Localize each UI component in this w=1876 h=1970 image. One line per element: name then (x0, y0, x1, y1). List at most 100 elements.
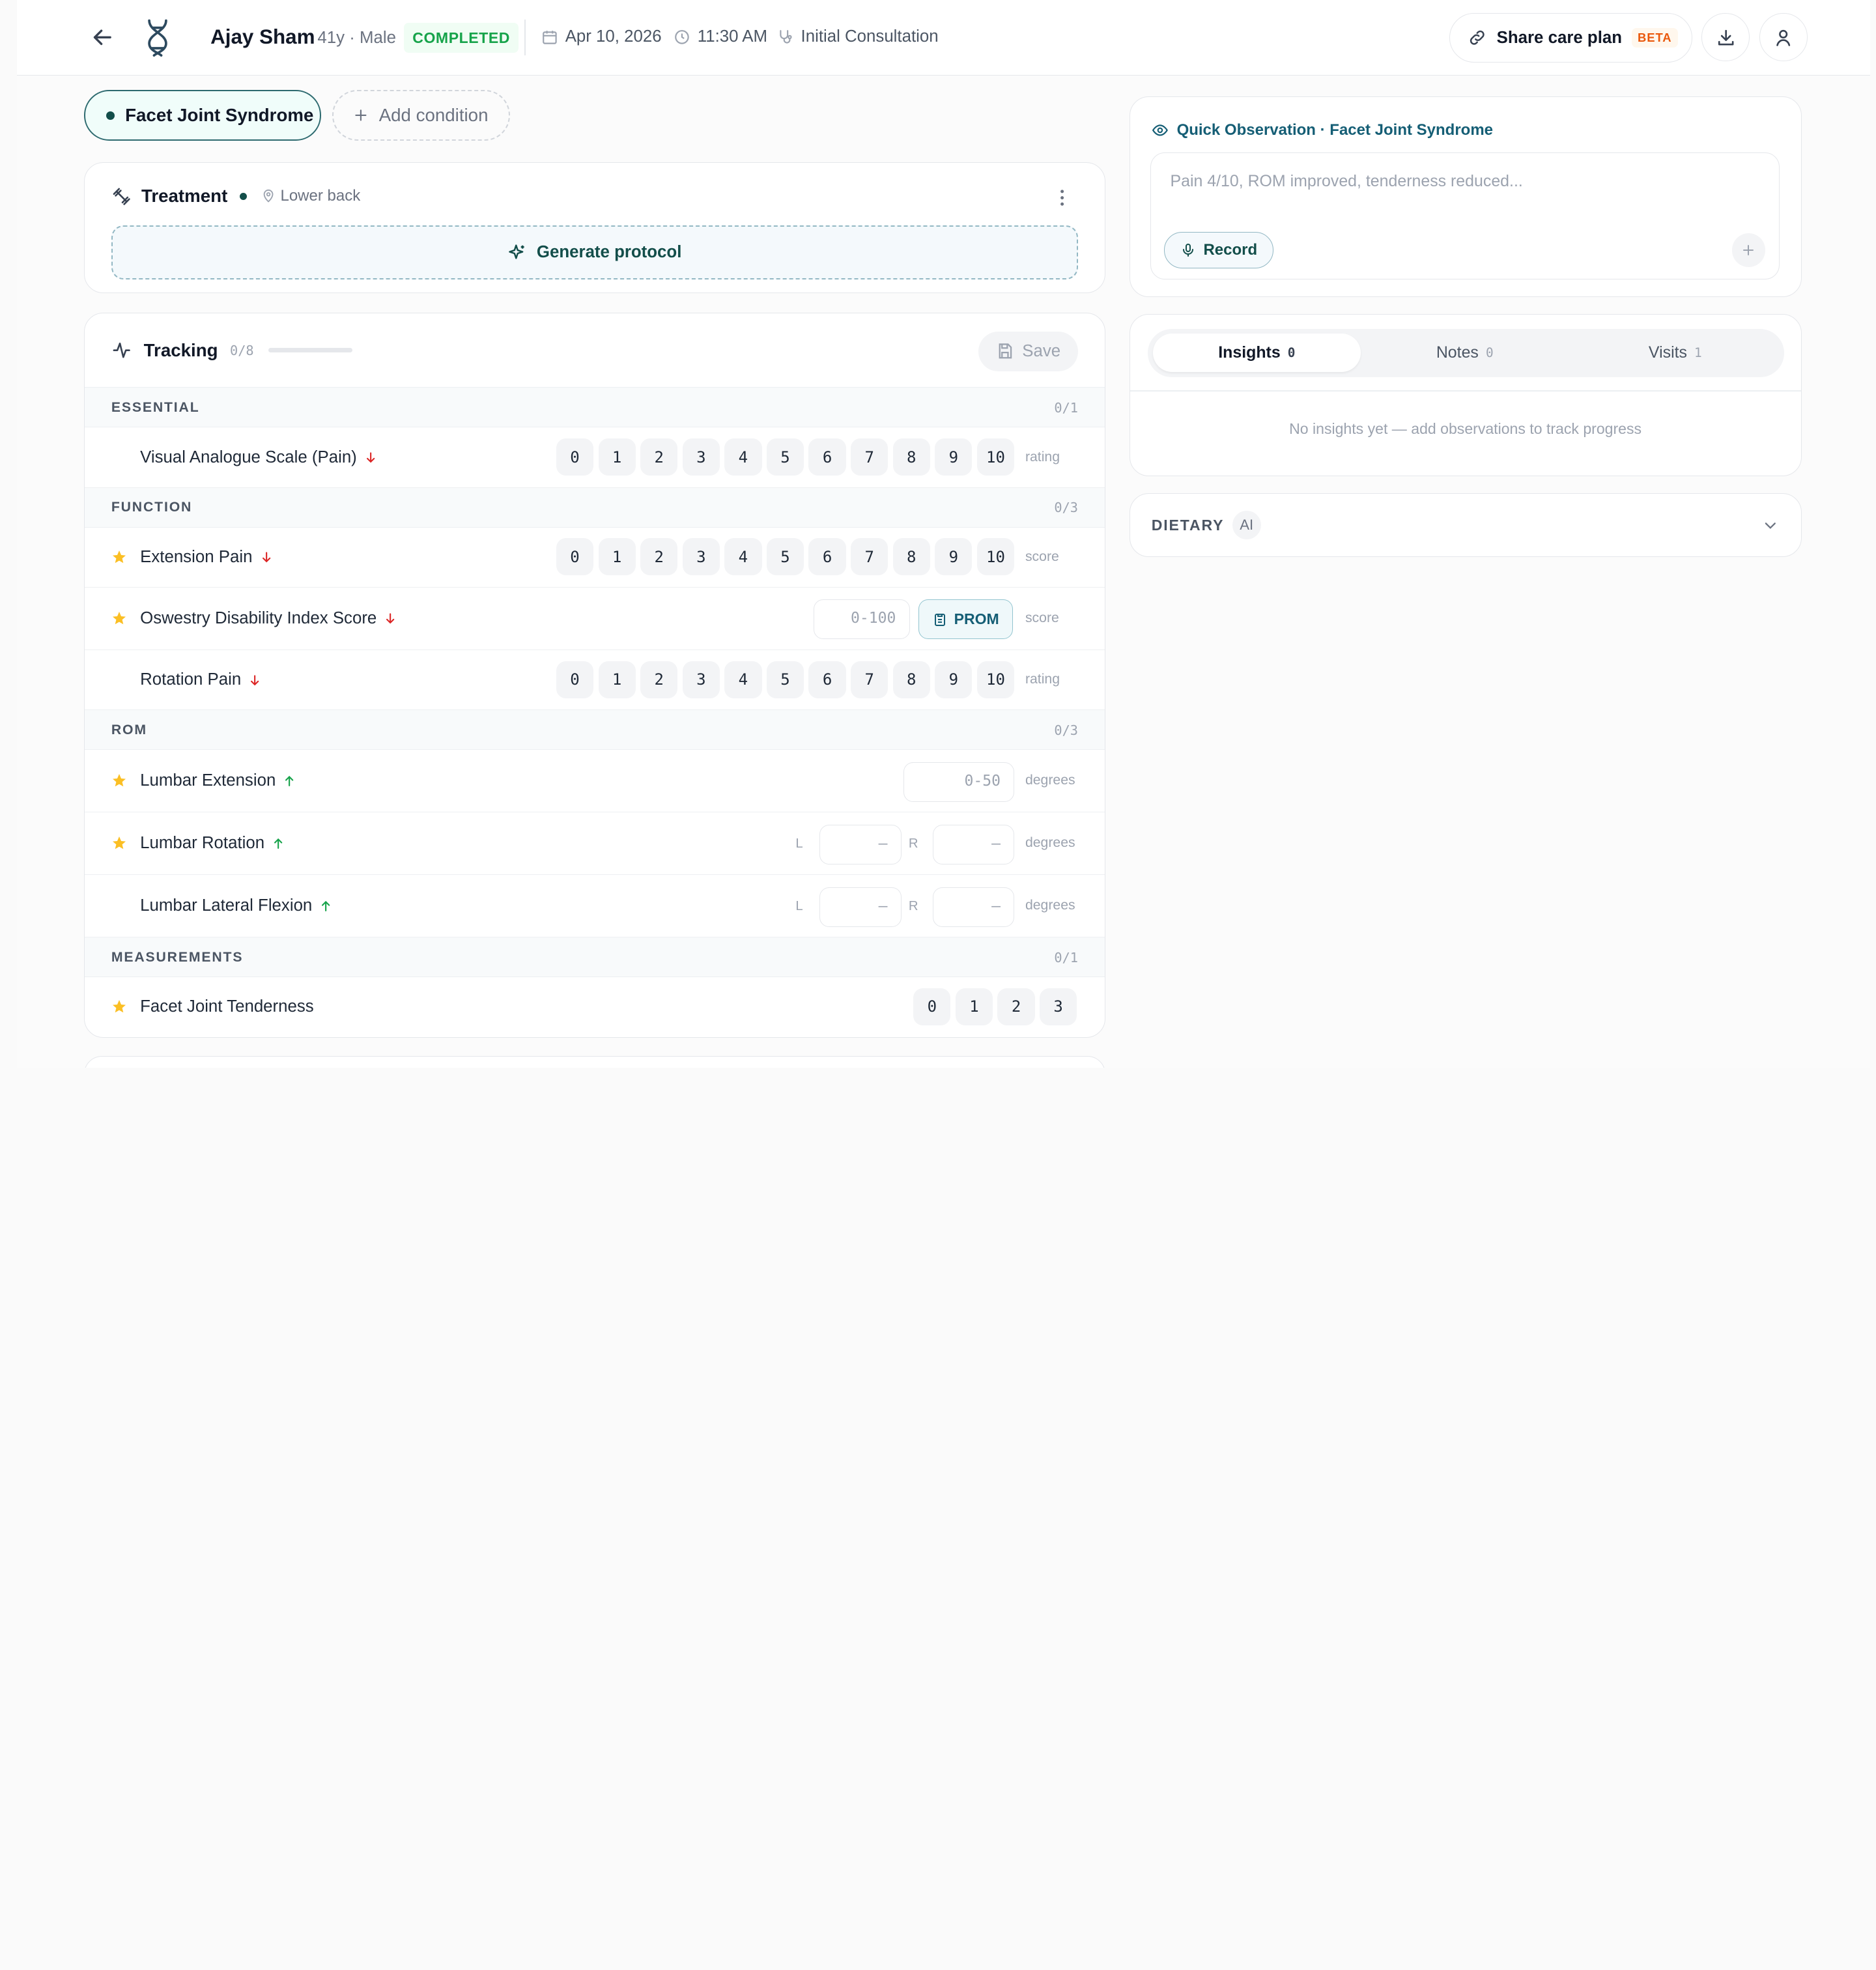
arrow-up-icon (285, 775, 294, 786)
lumbar-rotation-right-input[interactable]: – (932, 824, 1015, 864)
visit-date: Apr 10, 2026 (541, 27, 662, 46)
rating-option[interactable]: 6 (808, 661, 846, 698)
rating-option[interactable]: 2 (640, 661, 678, 698)
lateral-flexion-left-input[interactable]: – (819, 887, 902, 927)
visit-time-text: 11:30 AM (697, 27, 767, 46)
clock-icon (675, 30, 689, 44)
plus-icon (1743, 245, 1754, 256)
profile-button[interactable] (1759, 13, 1808, 62)
tab-notes[interactable]: Notes 0 (1361, 334, 1569, 372)
rating-option[interactable]: 10 (976, 438, 1015, 476)
generate-protocol-button[interactable]: Generate protocol (111, 225, 1079, 280)
lumbar-rotation-left-input[interactable]: – (819, 824, 902, 864)
save-icon (999, 343, 1012, 359)
tracking-row-vas: Visual Analogue Scale (Pain) 01234567891… (85, 427, 1105, 488)
save-button[interactable]: Save (978, 331, 1079, 371)
treatment-title: Treatment (141, 186, 228, 207)
rating-option[interactable]: 1 (955, 988, 993, 1025)
tab-visits[interactable]: Visits 1 (1571, 334, 1779, 372)
add-observation-button[interactable] (1731, 233, 1766, 267)
quick-observation-title: Quick Observation · Facet Joint Syndrome (1176, 121, 1494, 139)
rating-option[interactable]: 2 (640, 538, 678, 576)
back-arrow-icon[interactable] (89, 24, 116, 51)
add-condition-button[interactable]: Add condition (332, 90, 510, 141)
row-label-text: Lumbar Extension (140, 771, 276, 790)
unit-label: rating (1025, 449, 1060, 464)
row-label-text: Rotation Pain (140, 670, 242, 689)
rating-option[interactable]: 2 (640, 438, 678, 476)
share-care-plan-button[interactable]: Share care plan BETA (1449, 13, 1692, 63)
eye-icon (1152, 124, 1168, 136)
rating-option[interactable]: 10 (976, 661, 1015, 698)
rating-option[interactable]: 1 (598, 661, 636, 698)
treatment-card: Treatment Lower back Generate protocol (84, 162, 1105, 294)
rating-scale-0-10: 0 1 2 3 4 5 6 7 8 9 10 (556, 438, 1015, 476)
rating-option[interactable]: 2 (997, 988, 1035, 1025)
star-icon (112, 1000, 126, 1013)
rating-option[interactable]: 8 (892, 438, 930, 476)
quick-observation-card: Quick Observation · Facet Joint Syndrome… (1129, 96, 1802, 297)
rating-option[interactable]: 6 (808, 438, 846, 476)
section-measurements: MEASUREMENTS 0/1 (85, 937, 1105, 978)
more-options-icon[interactable] (1051, 187, 1073, 208)
section-count: 0/1 (1054, 949, 1079, 965)
prom-button[interactable]: PROM (918, 599, 1014, 640)
rating-option[interactable]: 5 (766, 438, 804, 476)
download-button[interactable] (1701, 13, 1750, 62)
condition-chip-facet-joint[interactable]: Facet Joint Syndrome (84, 90, 321, 141)
rating-option[interactable]: 9 (935, 538, 973, 576)
chevron-down-icon (1765, 522, 1776, 529)
rating-option[interactable]: 6 (808, 538, 846, 576)
row-label-text: Oswestry Disability Index Score (140, 609, 377, 628)
patient-meta: 41y · Male (317, 29, 396, 48)
treatment-location-text: Lower back (280, 187, 361, 205)
tracking-row-odi: Oswestry Disability Index Score 0-100 PR… (85, 588, 1105, 650)
rating-option[interactable]: 0 (556, 438, 594, 476)
rating-scale-0-10: 0 1 2 3 4 5 6 7 8 9 10 (556, 661, 1015, 698)
observation-textarea[interactable]: Pain 4/10, ROM improved, tenderness redu… (1150, 152, 1780, 280)
row-label: Extension Pain (140, 548, 273, 567)
tracking-progress-bar (268, 347, 353, 353)
lumbar-extension-input[interactable]: 0-50 (903, 762, 1015, 802)
unit-label: score (1025, 610, 1059, 625)
rating-option[interactable]: 5 (766, 661, 804, 698)
record-button[interactable]: Record (1164, 232, 1274, 268)
rating-option[interactable]: 0 (913, 988, 951, 1025)
rating-option[interactable]: 7 (851, 538, 888, 576)
dna-logo-icon (148, 19, 167, 57)
rating-option[interactable]: 3 (682, 538, 720, 576)
rating-option[interactable]: 3 (682, 661, 720, 698)
rating-option[interactable]: 7 (851, 438, 888, 476)
section-name: ROM (111, 722, 147, 737)
add-condition-label: Add condition (378, 105, 489, 126)
section-count: 0/3 (1054, 500, 1079, 516)
arrow-up-icon (322, 900, 330, 911)
rating-option[interactable]: 0 (556, 538, 594, 576)
map-pin-icon (263, 190, 274, 203)
dietary-accordion[interactable]: DIETARY AI (1129, 493, 1802, 557)
tracking-row-extension-pain: Extension Pain 0 1 2 3 4 5 6 7 8 9 10 score (85, 528, 1105, 588)
insights-divider (1130, 390, 1801, 392)
rating-option[interactable]: 9 (935, 661, 973, 698)
tab-insights[interactable]: Insights 0 (1152, 334, 1361, 373)
clipboard-icon (935, 613, 946, 626)
rating-option[interactable]: 1 (598, 438, 636, 476)
section-function: FUNCTION 0/3 (85, 487, 1105, 528)
rating-option[interactable]: 9 (935, 438, 973, 476)
rating-option[interactable]: 0 (556, 661, 594, 698)
rating-option[interactable]: 5 (766, 538, 804, 576)
rating-option[interactable]: 4 (724, 538, 762, 576)
lateral-flexion-right-input[interactable]: – (932, 887, 1015, 927)
patient-name: Ajay Sham (210, 25, 315, 48)
rating-option[interactable]: 8 (892, 661, 930, 698)
rating-option[interactable]: 8 (892, 538, 930, 576)
rating-option[interactable]: 3 (682, 438, 720, 476)
rating-option[interactable]: 1 (598, 538, 636, 576)
rating-option[interactable]: 4 (724, 661, 762, 698)
rating-option[interactable]: 7 (851, 661, 888, 698)
rating-option[interactable]: 3 (1040, 988, 1077, 1025)
rating-option[interactable]: 10 (976, 538, 1015, 576)
unit-label: degrees (1025, 898, 1075, 913)
odi-score-input[interactable]: 0-100 (814, 599, 910, 640)
rating-option[interactable]: 4 (724, 438, 762, 476)
